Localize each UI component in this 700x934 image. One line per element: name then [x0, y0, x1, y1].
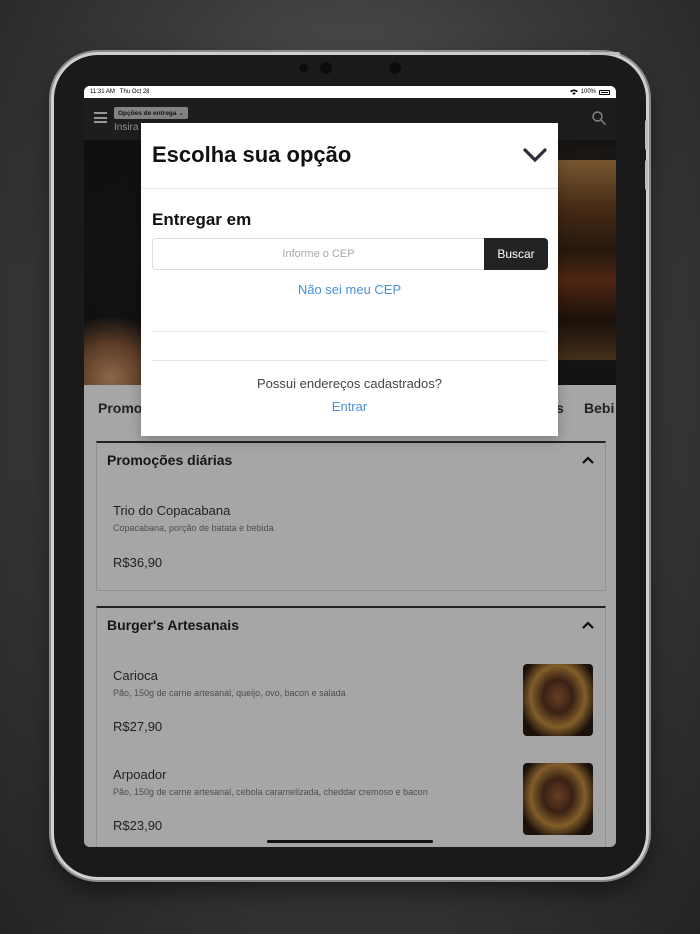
delivery-option-modal: Escolha sua opção Entregar em Buscar Não…	[141, 123, 558, 436]
status-bar: 11:31 AM Thu Oct 28 100%	[84, 86, 616, 98]
camera-dot	[299, 64, 308, 73]
volume-button	[645, 160, 648, 190]
power-button	[590, 52, 620, 55]
status-time: 11:31 AM	[90, 89, 115, 95]
modal-title: Escolha sua opção	[152, 142, 352, 167]
login-link[interactable]: Entrar	[141, 399, 558, 414]
battery-icon	[599, 89, 610, 95]
camera-lens	[320, 62, 332, 74]
deliver-label: Entregar em	[152, 210, 252, 229]
home-indicator[interactable]	[267, 840, 433, 843]
wifi-icon	[569, 89, 578, 95]
search-button[interactable]: Buscar	[484, 238, 548, 270]
chevron-down-icon[interactable]	[523, 147, 547, 163]
battery-percent: 100%	[580, 89, 596, 95]
divider	[141, 188, 558, 189]
camera-sensor	[389, 62, 401, 74]
cep-input[interactable]	[152, 238, 485, 270]
divider	[152, 360, 547, 361]
volume-button	[645, 120, 648, 150]
status-date: Thu Oct 28	[119, 89, 150, 95]
saved-addresses-question: Possui endereços cadastrados?	[256, 376, 442, 391]
screen: 11:31 AM Thu Oct 28 100% Opções de entre…	[84, 86, 616, 847]
unknown-cep-link[interactable]: Não sei meu CEP	[141, 282, 558, 297]
divider	[152, 331, 547, 332]
